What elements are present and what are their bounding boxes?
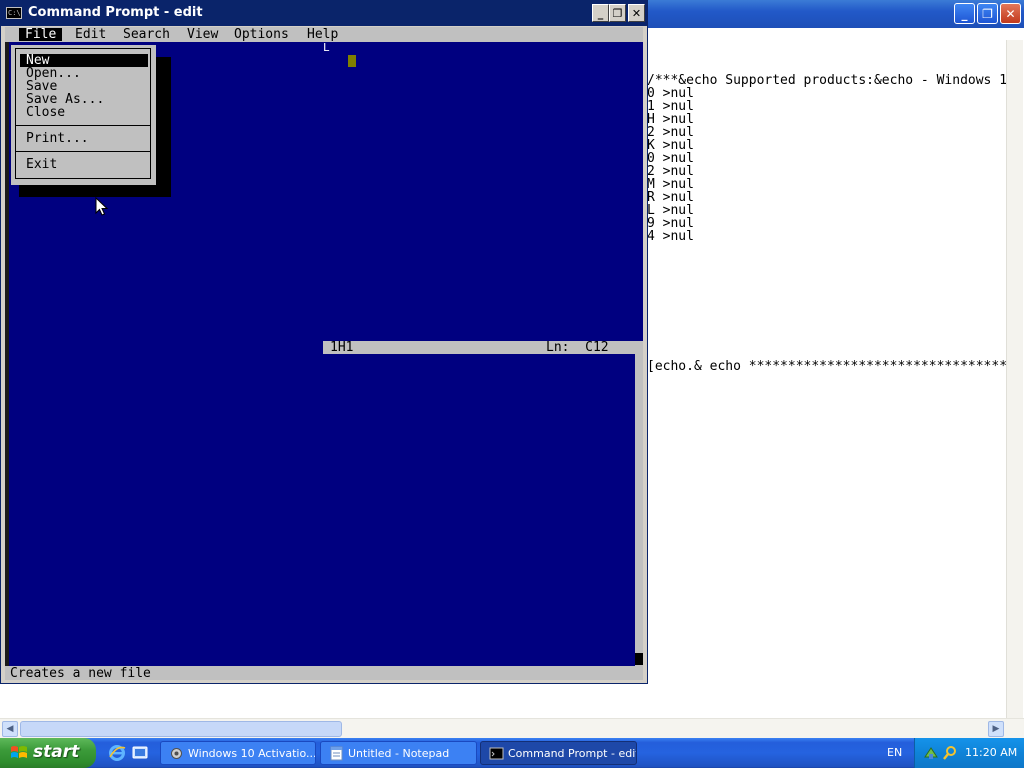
menu-frame: New Open... Save Save As... Close Print.… [15, 48, 151, 179]
desktop: _ ❐ ✕ /***&echo Supported products:&echo… [0, 0, 1024, 768]
taskbar-button-windows10-activation[interactable]: Windows 10 Activatio... [160, 741, 316, 765]
windows-logo-icon [11, 746, 27, 758]
menu-help[interactable]: Help [307, 28, 338, 41]
search-icon[interactable] [942, 745, 958, 761]
editor-vertical-scrollbar[interactable] [635, 354, 643, 666]
menu-separator [16, 151, 150, 152]
status-text: Creates a new file [10, 666, 151, 680]
mouse-pointer-icon [95, 197, 109, 216]
notepad-line: /***&echo Supported products:&echo - Win… [647, 73, 1006, 88]
scroll-right-icon[interactable]: ▶ [988, 721, 1004, 737]
batch-file-icon [171, 748, 182, 759]
menu-search[interactable]: Search [123, 28, 170, 41]
menu-separator [16, 125, 150, 126]
network-icon[interactable] [923, 745, 939, 761]
notepad-window: _ ❐ ✕ /***&echo Supported products:&echo… [640, 0, 1024, 738]
notepad-horizontal-scrollbar[interactable]: ◀ ▶ [0, 718, 1024, 738]
notepad-line: 4 >nul [647, 229, 694, 244]
taskbar-button-label: Untitled - Notepad [348, 747, 450, 760]
cmd-app-icon[interactable]: C:\ [6, 7, 22, 19]
menu-item-exit[interactable]: Exit [20, 158, 148, 171]
menu-file[interactable]: File [19, 28, 63, 41]
command-prompt-icon [489, 747, 504, 760]
close-icon[interactable]: ✕ [628, 4, 645, 22]
status-line: Creates a new file [5, 666, 643, 680]
editor-scroll-thumb[interactable] [635, 653, 643, 665]
line-column-indicator: Ln: C12 [546, 340, 609, 355]
menu-item-close[interactable]: Close [20, 106, 148, 119]
window-split-bar[interactable]: 1H1 Ln: C12 [323, 341, 643, 354]
command-prompt-window: C:\ Command Prompt - edit _ ❐ ✕ File Edi… [0, 0, 648, 684]
language-indicator[interactable]: EN [887, 746, 902, 759]
menu-view[interactable]: View [187, 28, 218, 41]
taskbar-button-command-prompt[interactable]: Command Prompt - edit [480, 741, 637, 765]
system-tray: 11:20 AM [914, 738, 1024, 768]
start-button[interactable]: start [0, 738, 96, 768]
notepad-icon [330, 746, 343, 761]
taskbar-button-label: Windows 10 Activatio... [188, 747, 316, 760]
internet-explorer-icon[interactable] [108, 744, 126, 762]
notepad-titlebar[interactable]: _ ❐ ✕ [640, 0, 1024, 28]
maximize-icon[interactable]: ❐ [977, 3, 998, 24]
scroll-left-icon[interactable]: ◀ [2, 721, 18, 737]
taskbar-button-notepad[interactable]: Untitled - Notepad [320, 741, 477, 765]
edit-menu-bar: File Edit Search View Options Help [5, 27, 643, 42]
text-cursor [348, 55, 356, 67]
notepad-vertical-scrollbar[interactable] [1006, 40, 1023, 720]
scroll-thumb[interactable] [20, 721, 342, 737]
restore-icon[interactable]: ❐ [609, 4, 626, 22]
taskbar: start Windows 10 Activatio... Untitled -… [0, 738, 1024, 768]
show-desktop-icon[interactable] [131, 744, 149, 762]
menu-item-print[interactable]: Print... [20, 132, 148, 145]
split-window-label: 1H1 [330, 340, 354, 355]
clock[interactable]: 11:20 AM [965, 746, 1017, 759]
notepad-line: [echo.& echo ***************************… [647, 359, 1006, 374]
menu-options[interactable]: Options [234, 28, 289, 41]
minimize-icon[interactable]: _ [954, 3, 975, 24]
menu-edit[interactable]: Edit [75, 28, 106, 41]
console-area[interactable]: File Edit Search View Options Help L 1H1… [5, 27, 643, 680]
file-dropdown-menu: New Open... Save Save As... Close Print.… [11, 45, 156, 185]
ruler-marker: L [323, 41, 330, 54]
window-title: Command Prompt - edit [28, 5, 203, 20]
cmd-titlebar[interactable]: C:\ Command Prompt - edit _ ❐ ✕ [1, 1, 647, 26]
minimize-icon[interactable]: _ [592, 4, 609, 22]
editor-border [5, 42, 9, 666]
start-label: start [33, 742, 80, 762]
notepad-text-area[interactable]: /***&echo Supported products:&echo - Win… [640, 72, 1006, 672]
taskbar-button-label: Command Prompt - edit [508, 747, 637, 760]
close-icon[interactable]: ✕ [1000, 3, 1021, 24]
